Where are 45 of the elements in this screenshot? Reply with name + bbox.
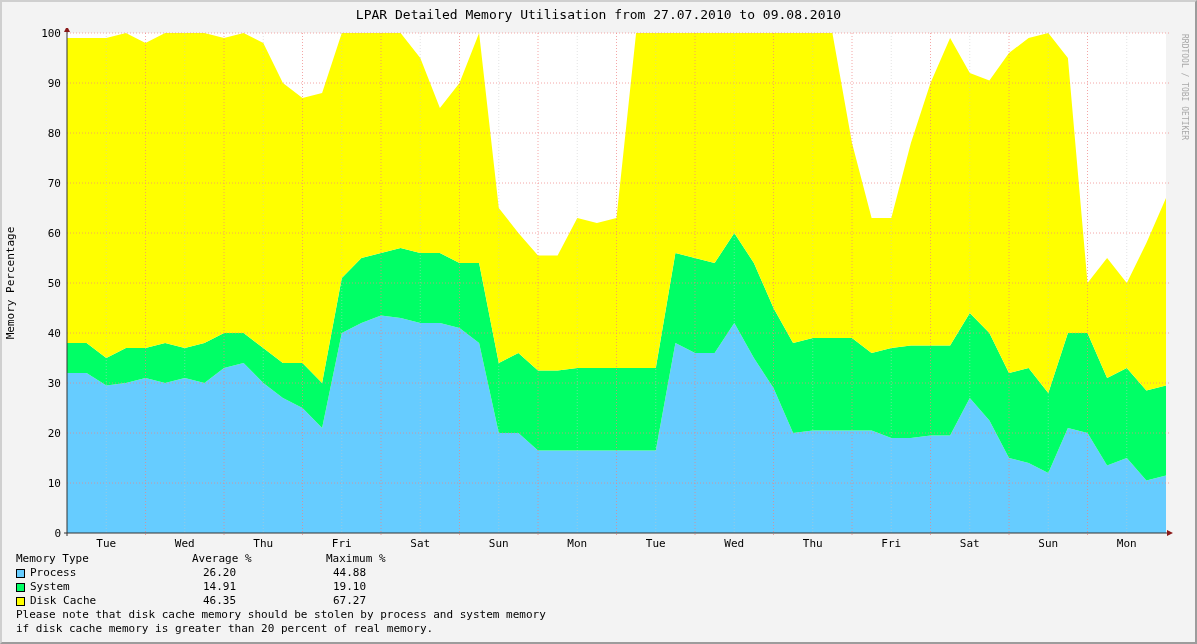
legend-header: Average % — [192, 552, 253, 566]
x-tick-label: Mon — [567, 537, 588, 550]
y-tick-label: 40 — [47, 327, 61, 340]
legend-label: Disk Cache — [30, 594, 98, 608]
maximum-value: 44.88 — [332, 566, 367, 580]
legend-swatch — [16, 582, 25, 592]
legend-header: Maximum % — [326, 552, 386, 566]
x-tick-label: Thu — [802, 537, 823, 550]
legend-swatch — [16, 568, 25, 578]
legend-header: Memory Type — [16, 552, 90, 566]
y-tick-label: 100 — [41, 28, 61, 40]
average-value: 46.35 — [202, 594, 238, 608]
y-tick-label: 60 — [47, 227, 61, 240]
y-tick-label: 30 — [47, 377, 61, 390]
legend-label: Process — [30, 566, 78, 580]
x-tick-label: Tue — [645, 537, 666, 550]
x-tick-label: Sat — [410, 537, 431, 550]
y-tick-label: 70 — [47, 177, 61, 190]
y-tick-label: 90 — [47, 77, 61, 90]
legend-swatch — [16, 596, 25, 606]
x-tick-label: Fri — [331, 537, 352, 550]
maximum-value: 67.27 — [332, 594, 367, 608]
note-text: Please note that disk cache memory should be stolen by process and system memory — [16, 608, 547, 622]
y-tick-label: 20 — [47, 427, 61, 440]
x-tick-label: Sat — [959, 537, 980, 550]
y-tick-label: 10 — [47, 477, 61, 490]
legend-label: System — [30, 580, 71, 594]
x-tick-label: Fri — [881, 537, 902, 550]
y-tick-label: 80 — [47, 127, 61, 140]
chart-title: LPAR Detailed Memory Utilisation from 27.07.2010 to 09.08.2010 — [355, 6, 842, 25]
maximum-value: 19.10 — [332, 580, 367, 594]
note-text: if disk cache memory is greater than 20 percent of real memory. — [16, 622, 435, 636]
x-tick-label: Tue — [96, 537, 117, 550]
x-tick-label: Sun — [1038, 537, 1059, 550]
x-tick-label: Wed — [724, 537, 745, 550]
y-tick-label: 50 — [47, 277, 61, 290]
average-value: 14.91 — [202, 580, 238, 594]
average-value: 26.20 — [202, 566, 238, 580]
credit-text: RRDTOOL / TOBI OETIKER — [1180, 34, 1189, 140]
x-tick-label: Wed — [174, 537, 195, 550]
x-tick-label: Mon — [1116, 537, 1137, 550]
x-tick-label: Thu — [253, 537, 274, 550]
y-axis-title: Memory Percentage — [4, 226, 17, 340]
y-tick-label: 0 — [54, 527, 61, 540]
x-tick-label: Sun — [488, 537, 509, 550]
